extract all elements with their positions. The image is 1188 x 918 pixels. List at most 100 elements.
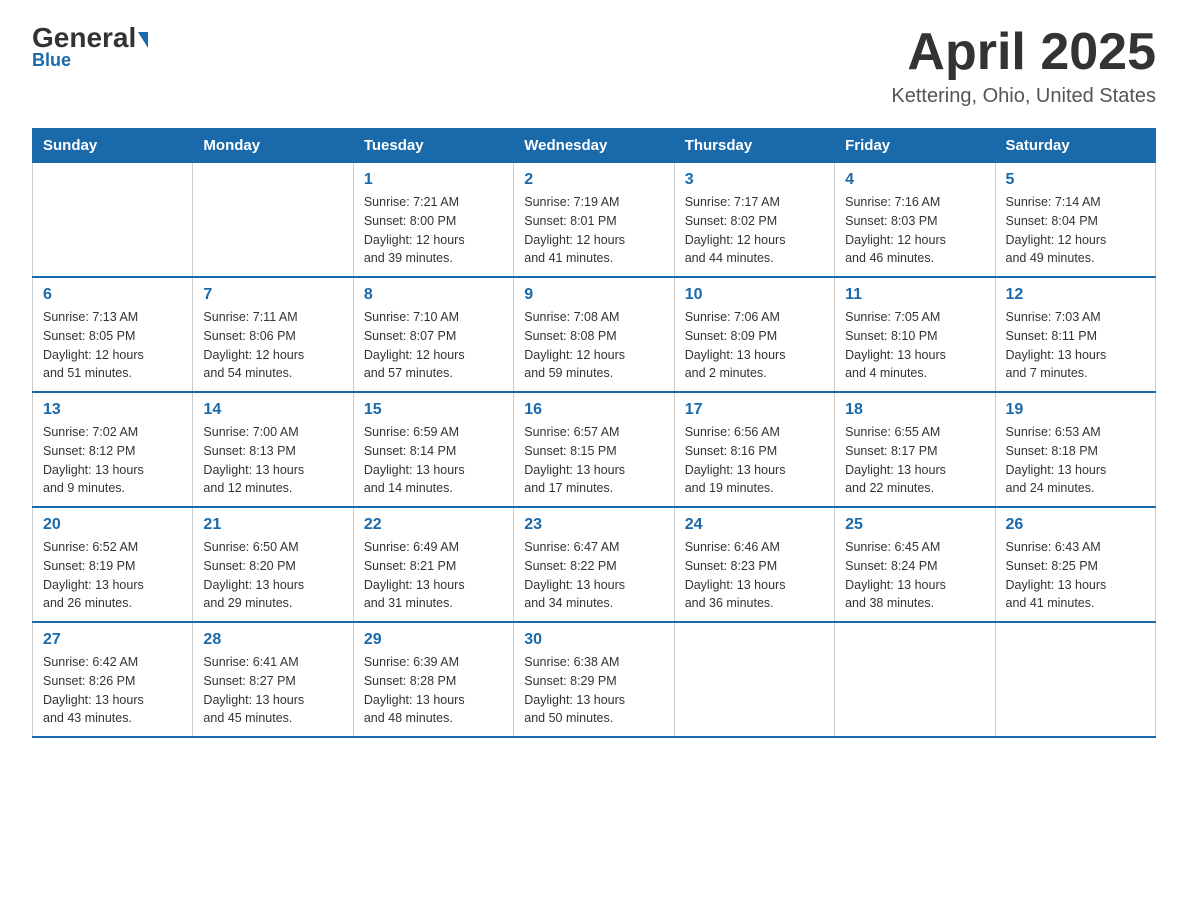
calendar-cell: 21 Sunrise: 6:50 AM Sunset: 8:20 PM Dayli… bbox=[193, 507, 353, 622]
calendar-cell: 1 Sunrise: 7:21 AM Sunset: 8:00 PM Daylig… bbox=[353, 163, 513, 278]
logo-blue-text: Blue bbox=[32, 50, 71, 71]
day-number: 24 bbox=[685, 516, 824, 534]
day-number: 1 bbox=[364, 171, 503, 189]
calendar-cell: 2 Sunrise: 7:19 AM Sunset: 8:01 PM Daylig… bbox=[514, 163, 674, 278]
day-of-week-header: Monday bbox=[193, 129, 353, 163]
logo-text: General bbox=[32, 24, 148, 52]
calendar-cell: 9 Sunrise: 7:08 AM Sunset: 8:08 PM Daylig… bbox=[514, 277, 674, 392]
calendar-cell: 30 Sunrise: 6:38 AM Sunset: 8:29 PM Dayli… bbox=[514, 622, 674, 737]
calendar-cell: 23 Sunrise: 6:47 AM Sunset: 8:22 PM Dayli… bbox=[514, 507, 674, 622]
calendar-cell: 11 Sunrise: 7:05 AM Sunset: 8:10 PM Dayli… bbox=[835, 277, 995, 392]
day-number: 17 bbox=[685, 401, 824, 419]
calendar-cell: 17Sunrise: 6:56 AM Sunset: 8:16 PM Dayli… bbox=[674, 392, 834, 507]
day-info: Sunrise: 7:11 AM Sunset: 8:06 PM Dayligh… bbox=[203, 308, 342, 383]
calendar-header-row: SundayMondayTuesdayWednesdayThursdayFrid… bbox=[33, 129, 1156, 163]
calendar-cell bbox=[193, 163, 353, 278]
calendar-cell: 6 Sunrise: 7:13 AM Sunset: 8:05 PM Daylig… bbox=[33, 277, 193, 392]
calendar-cell: 28 Sunrise: 6:41 AM Sunset: 8:27 PM Dayli… bbox=[193, 622, 353, 737]
day-number: 2 bbox=[524, 171, 663, 189]
calendar-cell: 5 Sunrise: 7:14 AM Sunset: 8:04 PM Daylig… bbox=[995, 163, 1155, 278]
calendar-cell: 14 Sunrise: 7:00 AM Sunset: 8:13 PM Dayli… bbox=[193, 392, 353, 507]
day-info: Sunrise: 6:55 AM Sunset: 8:17 PM Dayligh… bbox=[845, 423, 984, 498]
day-info: Sunrise: 7:03 AM Sunset: 8:11 PM Dayligh… bbox=[1006, 308, 1145, 383]
calendar-table: SundayMondayTuesdayWednesdayThursdayFrid… bbox=[32, 128, 1156, 738]
day-info: Sunrise: 6:43 AM Sunset: 8:25 PM Dayligh… bbox=[1006, 538, 1145, 613]
day-info: Sunrise: 6:59 AM Sunset: 8:14 PM Dayligh… bbox=[364, 423, 503, 498]
calendar-week-row: 13Sunrise: 7:02 AM Sunset: 8:12 PM Dayli… bbox=[33, 392, 1156, 507]
day-info: Sunrise: 6:57 AM Sunset: 8:15 PM Dayligh… bbox=[524, 423, 663, 498]
calendar-week-row: 1 Sunrise: 7:21 AM Sunset: 8:00 PM Daylig… bbox=[33, 163, 1156, 278]
day-info: Sunrise: 6:50 AM Sunset: 8:20 PM Dayligh… bbox=[203, 538, 342, 613]
day-info: Sunrise: 7:19 AM Sunset: 8:01 PM Dayligh… bbox=[524, 193, 663, 268]
day-number: 30 bbox=[524, 631, 663, 649]
day-info: Sunrise: 7:14 AM Sunset: 8:04 PM Dayligh… bbox=[1006, 193, 1145, 268]
day-of-week-header: Friday bbox=[835, 129, 995, 163]
day-number: 6 bbox=[43, 286, 182, 304]
calendar-cell: 29Sunrise: 6:39 AM Sunset: 8:28 PM Dayli… bbox=[353, 622, 513, 737]
day-number: 4 bbox=[845, 171, 984, 189]
calendar-week-row: 6 Sunrise: 7:13 AM Sunset: 8:05 PM Daylig… bbox=[33, 277, 1156, 392]
calendar-cell: 15 Sunrise: 6:59 AM Sunset: 8:14 PM Dayli… bbox=[353, 392, 513, 507]
day-info: Sunrise: 7:17 AM Sunset: 8:02 PM Dayligh… bbox=[685, 193, 824, 268]
day-info: Sunrise: 6:42 AM Sunset: 8:26 PM Dayligh… bbox=[43, 653, 182, 728]
logo-triangle-icon bbox=[138, 32, 148, 48]
calendar-cell: 8 Sunrise: 7:10 AM Sunset: 8:07 PM Daylig… bbox=[353, 277, 513, 392]
calendar-cell: 18 Sunrise: 6:55 AM Sunset: 8:17 PM Dayli… bbox=[835, 392, 995, 507]
day-number: 16 bbox=[524, 401, 663, 419]
day-number: 9 bbox=[524, 286, 663, 304]
day-info: Sunrise: 6:38 AM Sunset: 8:29 PM Dayligh… bbox=[524, 653, 663, 728]
page-header: General Blue April 2025 Kettering, Ohio,… bbox=[32, 24, 1156, 108]
day-info: Sunrise: 7:16 AM Sunset: 8:03 PM Dayligh… bbox=[845, 193, 984, 268]
day-number: 21 bbox=[203, 516, 342, 534]
day-info: Sunrise: 7:21 AM Sunset: 8:00 PM Dayligh… bbox=[364, 193, 503, 268]
day-info: Sunrise: 6:41 AM Sunset: 8:27 PM Dayligh… bbox=[203, 653, 342, 728]
day-info: Sunrise: 6:53 AM Sunset: 8:18 PM Dayligh… bbox=[1006, 423, 1145, 498]
calendar-cell: 3Sunrise: 7:17 AM Sunset: 8:02 PM Daylig… bbox=[674, 163, 834, 278]
calendar-week-row: 20Sunrise: 6:52 AM Sunset: 8:19 PM Dayli… bbox=[33, 507, 1156, 622]
calendar-cell: 22Sunrise: 6:49 AM Sunset: 8:21 PM Dayli… bbox=[353, 507, 513, 622]
day-number: 8 bbox=[364, 286, 503, 304]
day-info: Sunrise: 7:05 AM Sunset: 8:10 PM Dayligh… bbox=[845, 308, 984, 383]
day-number: 10 bbox=[685, 286, 824, 304]
day-number: 19 bbox=[1006, 401, 1145, 419]
calendar-cell: 25 Sunrise: 6:45 AM Sunset: 8:24 PM Dayli… bbox=[835, 507, 995, 622]
day-of-week-header: Wednesday bbox=[514, 129, 674, 163]
calendar-cell: 27Sunrise: 6:42 AM Sunset: 8:26 PM Dayli… bbox=[33, 622, 193, 737]
day-info: Sunrise: 7:08 AM Sunset: 8:08 PM Dayligh… bbox=[524, 308, 663, 383]
day-info: Sunrise: 6:52 AM Sunset: 8:19 PM Dayligh… bbox=[43, 538, 182, 613]
day-info: Sunrise: 7:00 AM Sunset: 8:13 PM Dayligh… bbox=[203, 423, 342, 498]
calendar-week-row: 27Sunrise: 6:42 AM Sunset: 8:26 PM Dayli… bbox=[33, 622, 1156, 737]
day-number: 5 bbox=[1006, 171, 1145, 189]
calendar-cell bbox=[835, 622, 995, 737]
day-number: 11 bbox=[845, 286, 984, 304]
month-year-title: April 2025 bbox=[891, 24, 1156, 81]
day-number: 29 bbox=[364, 631, 503, 649]
day-number: 23 bbox=[524, 516, 663, 534]
day-info: Sunrise: 6:47 AM Sunset: 8:22 PM Dayligh… bbox=[524, 538, 663, 613]
day-number: 22 bbox=[364, 516, 503, 534]
calendar-cell: 10 Sunrise: 7:06 AM Sunset: 8:09 PM Dayli… bbox=[674, 277, 834, 392]
day-info: Sunrise: 6:45 AM Sunset: 8:24 PM Dayligh… bbox=[845, 538, 984, 613]
calendar-cell: 24 Sunrise: 6:46 AM Sunset: 8:23 PM Dayli… bbox=[674, 507, 834, 622]
day-number: 12 bbox=[1006, 286, 1145, 304]
day-info: Sunrise: 7:02 AM Sunset: 8:12 PM Dayligh… bbox=[43, 423, 182, 498]
day-number: 14 bbox=[203, 401, 342, 419]
calendar-cell: 16 Sunrise: 6:57 AM Sunset: 8:15 PM Dayli… bbox=[514, 392, 674, 507]
day-number: 28 bbox=[203, 631, 342, 649]
day-number: 15 bbox=[364, 401, 503, 419]
day-of-week-header: Saturday bbox=[995, 129, 1155, 163]
day-number: 18 bbox=[845, 401, 984, 419]
calendar-cell: 13Sunrise: 7:02 AM Sunset: 8:12 PM Dayli… bbox=[33, 392, 193, 507]
calendar-cell: 19 Sunrise: 6:53 AM Sunset: 8:18 PM Dayli… bbox=[995, 392, 1155, 507]
calendar-cell: 26 Sunrise: 6:43 AM Sunset: 8:25 PM Dayli… bbox=[995, 507, 1155, 622]
day-number: 25 bbox=[845, 516, 984, 534]
day-info: Sunrise: 7:13 AM Sunset: 8:05 PM Dayligh… bbox=[43, 308, 182, 383]
calendar-cell bbox=[33, 163, 193, 278]
day-info: Sunrise: 7:06 AM Sunset: 8:09 PM Dayligh… bbox=[685, 308, 824, 383]
day-info: Sunrise: 6:46 AM Sunset: 8:23 PM Dayligh… bbox=[685, 538, 824, 613]
calendar-cell: 4 Sunrise: 7:16 AM Sunset: 8:03 PM Daylig… bbox=[835, 163, 995, 278]
day-of-week-header: Tuesday bbox=[353, 129, 513, 163]
day-number: 26 bbox=[1006, 516, 1145, 534]
day-info: Sunrise: 7:10 AM Sunset: 8:07 PM Dayligh… bbox=[364, 308, 503, 383]
calendar-cell bbox=[995, 622, 1155, 737]
